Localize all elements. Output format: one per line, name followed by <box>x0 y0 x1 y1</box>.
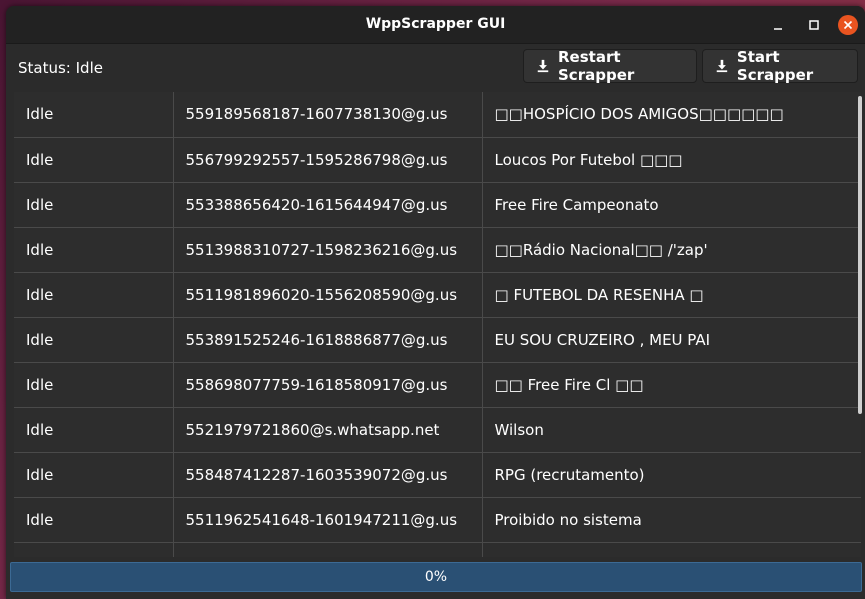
cell-status[interactable]: Idle <box>14 227 174 273</box>
cell-name[interactable]: □ FUTEBOL DA RESENHA □ <box>482 272 861 318</box>
cell-id[interactable]: 556799292557-1595286798@g.us <box>173 137 483 183</box>
cell-name[interactable]: □□ Free Fire Cl □□ <box>482 362 861 408</box>
cell-status[interactable]: Idle <box>14 497 174 543</box>
close-icon <box>843 20 853 30</box>
table-row[interactable]: Idle 5513988310727-1598236216@g.us □□Rádio… <box>14 227 861 273</box>
minimize-button[interactable] <box>768 15 788 35</box>
cell-id[interactable] <box>173 542 483 557</box>
cell-id[interactable]: 553891525246-1618886877@g.us <box>173 317 483 363</box>
cell-name[interactable]: Wilson <box>482 407 861 453</box>
cell-status[interactable]: Idle <box>14 452 174 498</box>
cell-id[interactable]: 5511981896020-1556208590@g.us <box>173 272 483 318</box>
table-row[interactable]: Idle 5511962541648-1601947211@g.us Proibid… <box>14 497 861 543</box>
maximize-icon <box>809 20 819 30</box>
maximize-button[interactable] <box>804 15 824 35</box>
cell-status[interactable] <box>14 542 174 557</box>
cell-name[interactable]: Free Fire Campeonato <box>482 182 861 228</box>
start-scrapper-label: Start Scrapper <box>736 48 814 84</box>
table-row[interactable] <box>14 542 861 557</box>
table-row[interactable]: Idle 559189568187-1607738130@g.us □□HOSPÍC… <box>14 92 861 138</box>
cell-name[interactable]: RPG (recrutamento) <box>482 452 861 498</box>
close-button[interactable] <box>838 15 858 35</box>
groups-table[interactable]: Idle 559189568187-1607738130@g.us □□HOSPÍC… <box>14 92 861 557</box>
progress-label: 0% <box>424 569 448 585</box>
cell-name[interactable]: EU SOU CRUZEIRO , MEU PAI <box>482 317 861 363</box>
cell-id[interactable]: 553388656420-1615644947@g.us <box>173 182 483 228</box>
cell-name[interactable] <box>482 542 861 557</box>
restart-scrapper-label: Restart Scrapper <box>558 48 635 84</box>
cell-name[interactable]: □□Rádio Nacional□□ /'zap' <box>482 227 861 273</box>
table-row[interactable]: Idle 556799292557-1595286798@g.us Loucos P… <box>14 137 861 183</box>
table-row[interactable]: Idle 553891525246-1618886877@g.us EU SOU C… <box>14 317 861 363</box>
download-icon <box>716 59 728 73</box>
table-row[interactable]: Idle 5511981896020-1556208590@g.us □ FUTEB… <box>14 272 861 318</box>
cell-status[interactable]: Idle <box>14 182 174 228</box>
progress-bar: 0% <box>10 562 862 592</box>
app-window: WppScrapper GUI Status: Idle Restart Scr… <box>6 6 865 599</box>
download-icon <box>537 59 549 73</box>
window-title: WppScrapper GUI <box>365 16 506 32</box>
table-row[interactable]: Idle 5521979721860@s.whatsapp.net Wilson <box>14 407 861 453</box>
table-row[interactable]: Idle 558698077759-1618580917@g.us □□ Free … <box>14 362 861 408</box>
cell-id[interactable]: 559189568187-1607738130@g.us <box>173 92 483 138</box>
cell-name[interactable]: Loucos Por Futebol □□□ <box>482 137 861 183</box>
cell-name[interactable]: Proibido no sistema <box>482 497 861 543</box>
cell-id[interactable]: 5513988310727-1598236216@g.us <box>173 227 483 273</box>
cell-id[interactable]: 5511962541648-1601947211@g.us <box>173 497 483 543</box>
cell-status[interactable]: Idle <box>14 407 174 453</box>
table-row[interactable]: Idle 553388656420-1615644947@g.us Free Fir… <box>14 182 861 228</box>
restart-scrapper-button[interactable]: Restart Scrapper <box>523 48 697 84</box>
table-row[interactable]: Idle 558487412287-1603539072@g.us RPG (rec… <box>14 452 861 498</box>
status-label: Status: Idle <box>18 59 103 77</box>
toolbar: Status: Idle Restart Scrapper Start Scra… <box>6 44 865 92</box>
title-bar[interactable]: WppScrapper GUI <box>6 6 865 44</box>
cell-status[interactable]: Idle <box>14 92 174 138</box>
cell-id[interactable]: 558487412287-1603539072@g.us <box>173 452 483 498</box>
start-scrapper-button[interactable]: Start Scrapper <box>702 48 858 84</box>
cell-status[interactable]: Idle <box>14 362 174 408</box>
cell-id[interactable]: 558698077759-1618580917@g.us <box>173 362 483 408</box>
cell-name[interactable]: □□HOSPÍCIO DOS AMIGOS□□□□□□ <box>482 92 861 138</box>
table-scrollbar[interactable] <box>858 96 862 414</box>
cell-id[interactable]: 5521979721860@s.whatsapp.net <box>173 407 483 453</box>
minimize-icon <box>774 28 782 30</box>
cell-status[interactable]: Idle <box>14 272 174 318</box>
cell-status[interactable]: Idle <box>14 317 174 363</box>
cell-status[interactable]: Idle <box>14 137 174 183</box>
